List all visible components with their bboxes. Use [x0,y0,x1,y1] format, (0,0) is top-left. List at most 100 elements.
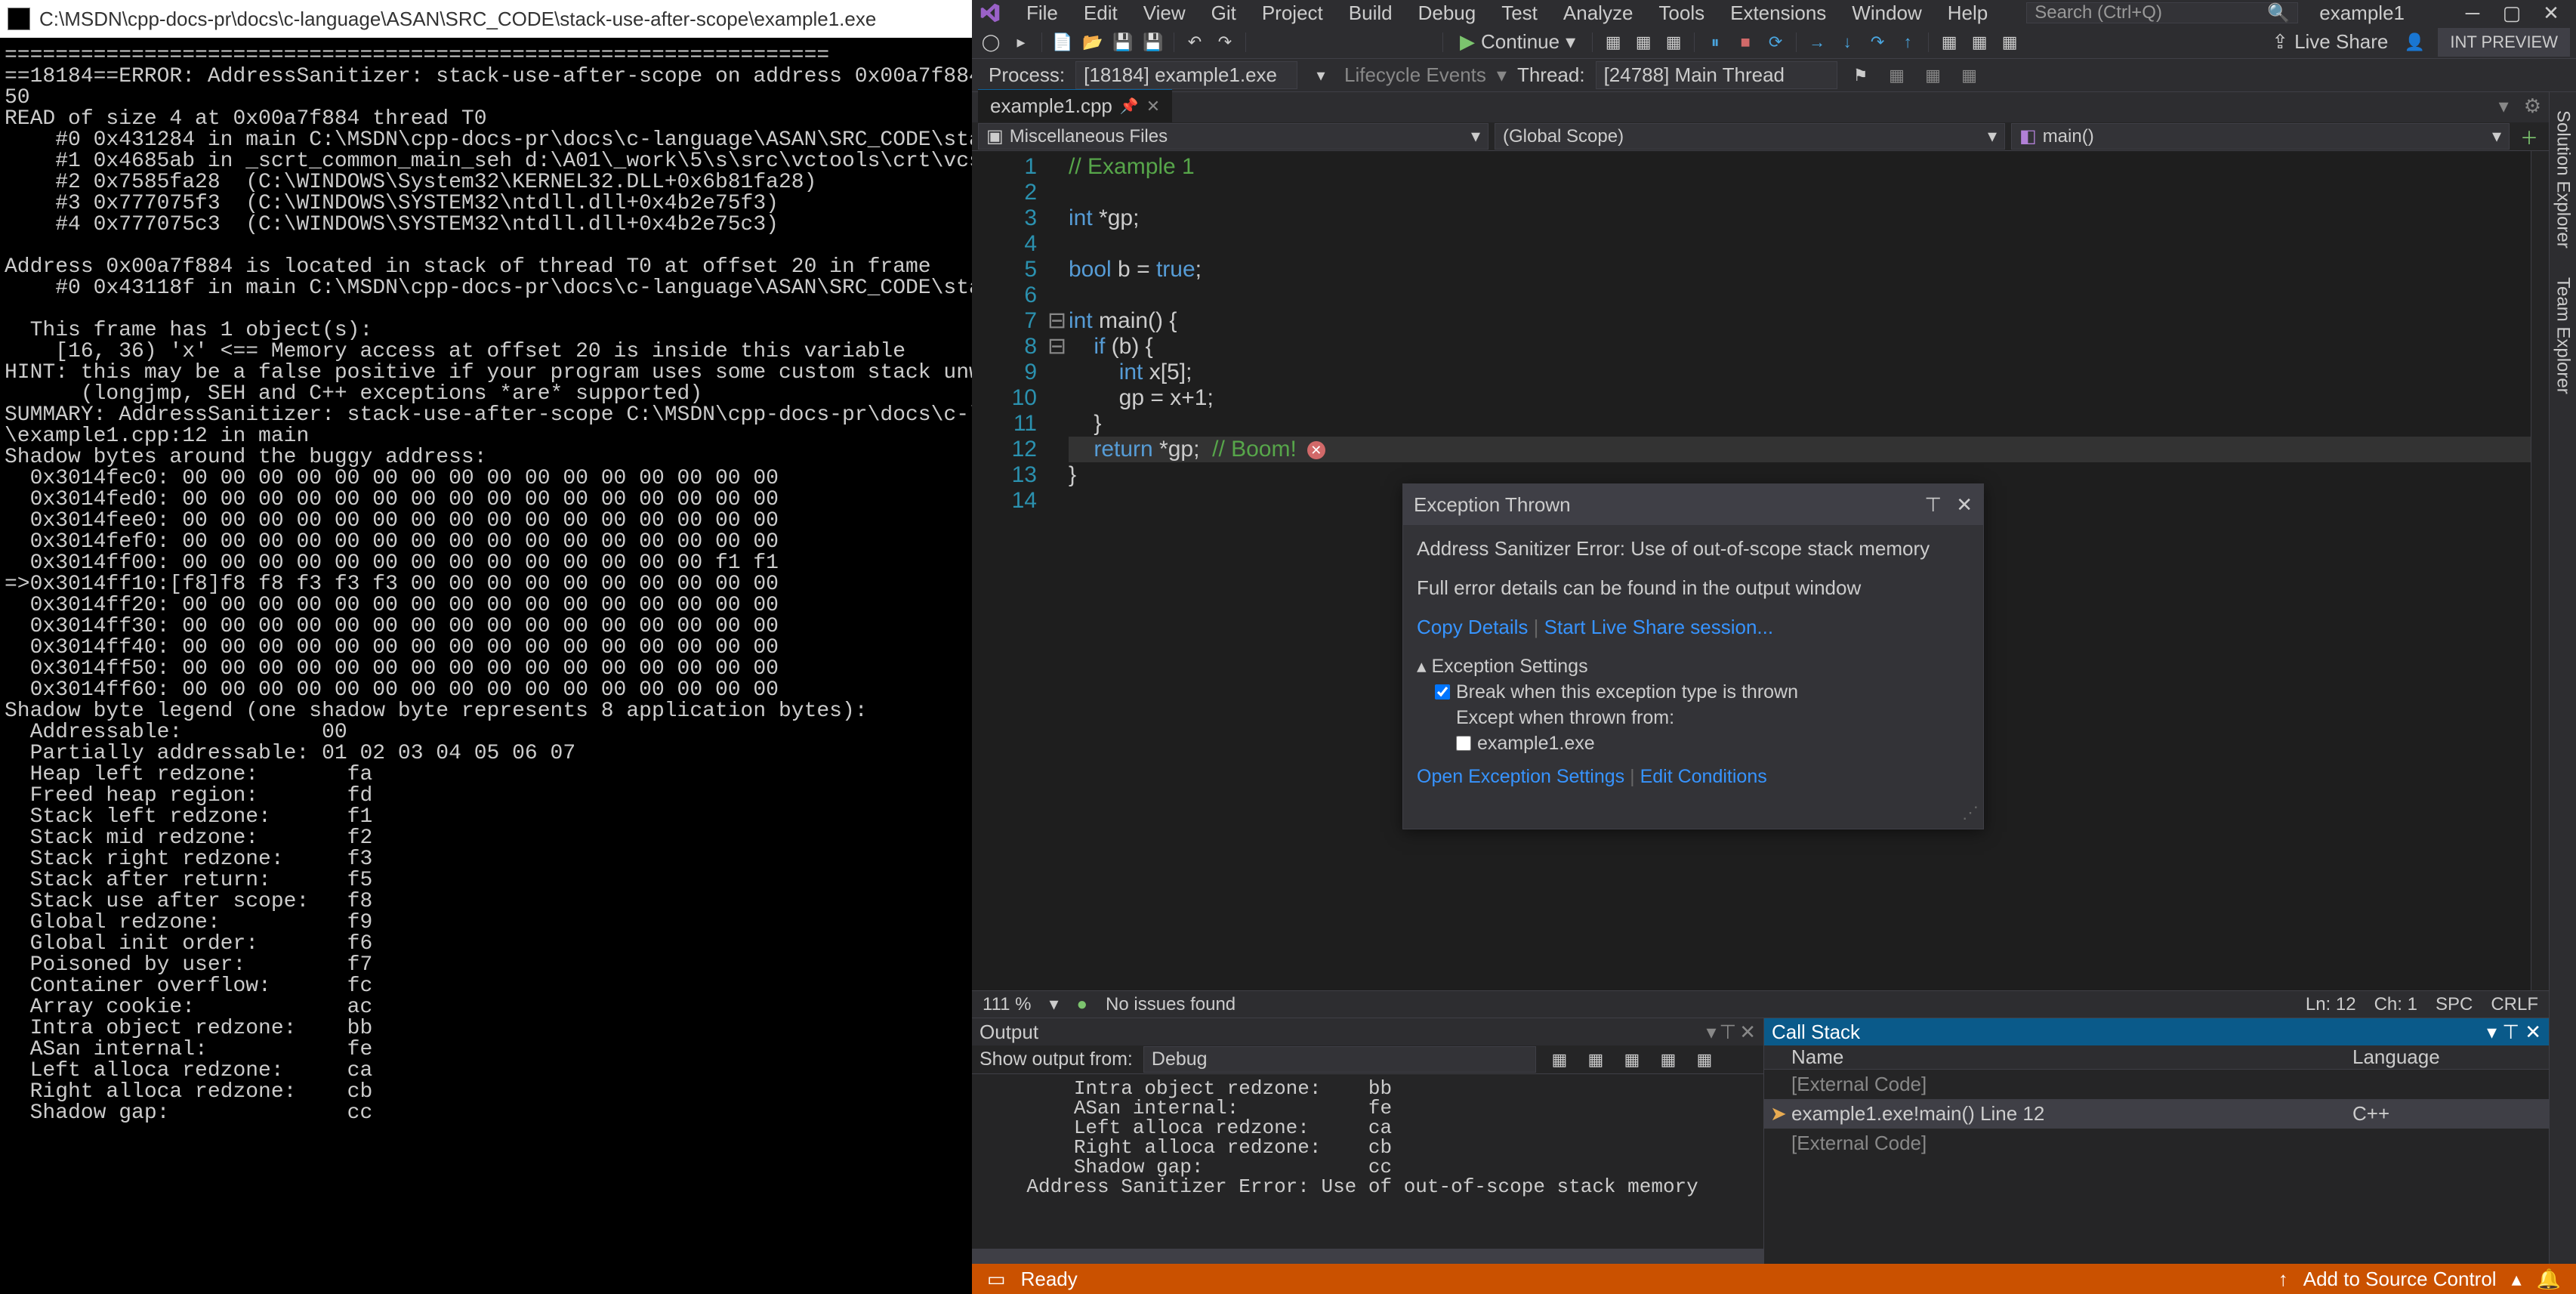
maximize-button[interactable]: ▢ [2493,2,2531,24]
add-source-control[interactable]: Add to Source Control [2303,1268,2497,1291]
notifications-icon[interactable]: 🔔 [2537,1268,2561,1291]
step-out-icon[interactable]: ↑ [1895,31,1920,54]
output-body[interactable]: Intra object redzone: bb ASan internal: … [972,1074,1763,1249]
dbg-icon[interactable]: ▦ [1957,64,1982,87]
save-icon[interactable]: 💾 [1110,31,1136,54]
search-input[interactable]: Search (Ctrl+Q) 🔍 [2026,2,2298,23]
minimap[interactable] [2531,151,2549,990]
close-button[interactable]: ✕ [2532,2,2570,24]
exception-popup[interactable]: Exception Thrown ⊤ ✕ Address Sanitizer E… [1402,483,1984,829]
close-icon[interactable]: ✕ [1956,493,1973,516]
new-icon[interactable]: 📄 [1050,31,1075,54]
solution-explorer-tab[interactable]: Solution Explorer [2550,100,2576,259]
liveshare-button[interactable]: ⇪ Live Share [2263,27,2397,57]
step-into-icon[interactable]: ↓ [1834,31,1860,54]
chevron-up-icon[interactable]: ▴ [2512,1268,2522,1291]
dbg-icon[interactable]: ▦ [1661,31,1686,54]
callstack-header[interactable]: Call Stack ▾ ⊤ ✕ [1764,1018,2549,1045]
menu-window[interactable]: Window [1840,0,1933,28]
menu-tools[interactable]: Tools [1646,0,1717,28]
menu-view[interactable]: View [1131,0,1198,28]
crumb-scope[interactable]: (Global Scope) ▾ [1495,123,2005,150]
copy-details-link[interactable]: Copy Details [1417,616,1528,638]
output-header[interactable]: Output ▾ ⊤ ✕ [972,1018,1763,1045]
file-tab[interactable]: example1.cpp 📌 ✕ [978,89,1172,122]
lifecycle-label[interactable]: Lifecycle Events [1344,63,1486,87]
open-icon[interactable]: 📂 [1080,31,1106,54]
crumb-func[interactable]: ◧ main() ▾ [2011,123,2510,150]
close-icon[interactable]: ✕ [1146,97,1160,116]
pin-icon[interactable]: ⊤ [2502,1021,2519,1043]
step-icon[interactable]: → [1804,31,1830,54]
code-editor[interactable]: 1234567891011121314 ⊟⊟ // Example 1 int … [972,151,2549,990]
menu-edit[interactable]: Edit [1072,0,1130,28]
process-selector[interactable]: [18184] example1.exe [1075,61,1297,89]
step-over-icon[interactable]: ↷ [1865,31,1890,54]
nav-back-icon[interactable]: ◯ [978,31,1004,54]
chevron-down-icon[interactable]: ▾ [1050,993,1059,1015]
fold-column[interactable]: ⊟⊟ [1047,151,1069,990]
output-source-selector[interactable]: Debug [1143,1046,1536,1073]
menu-git[interactable]: Git [1199,0,1248,28]
restart-icon[interactable]: ⟳ [1763,31,1788,54]
issues-label[interactable]: No issues found [1106,994,1236,1015]
add-icon[interactable]: ＋ [2516,123,2543,150]
dbg-icon[interactable]: ▦ [1997,31,2022,54]
dbg-icon[interactable]: ▦ [1630,31,1656,54]
pause-icon[interactable]: ⏸ [1702,31,1728,54]
team-explorer-tab[interactable]: Team Explorer [2550,267,2576,405]
out-icon[interactable]: ▦ [1619,1048,1645,1071]
out-icon[interactable]: ▦ [1583,1048,1609,1071]
close-icon[interactable]: ✕ [2525,1021,2541,1043]
crlf-label[interactable]: CRLF [2491,994,2538,1015]
edit-conditions-link[interactable]: Edit Conditions [1640,766,1767,787]
output-scrollbar[interactable] [972,1249,1763,1264]
callstack-row[interactable]: [External Code] [1764,1070,2549,1099]
out-icon[interactable]: ▦ [1547,1048,1572,1071]
menu-help[interactable]: Help [1936,0,2000,28]
dbg-icon[interactable]: ▦ [1967,31,1992,54]
nav-fwd-icon[interactable]: ▸ [1008,31,1034,54]
redo-icon[interactable]: ↷ [1212,31,1238,54]
resize-grip-icon[interactable]: ⋰ [1403,800,1983,829]
spc-label[interactable]: SPC [2436,994,2473,1015]
menu-project[interactable]: Project [1250,0,1335,28]
out-icon[interactable]: ▦ [1692,1048,1717,1071]
dropdown-icon[interactable]: ▾ [1706,1021,1716,1044]
menu-debug[interactable]: Debug [1406,0,1489,28]
dropdown-icon[interactable]: ▾ [2487,1021,2497,1043]
break-checkbox[interactable]: Break when this exception type is thrown [1417,679,1970,705]
saveall-icon[interactable]: 💾 [1140,31,1166,54]
proc-icon[interactable]: ▾ [1308,64,1334,87]
open-exception-settings-link[interactable]: Open Exception Settings [1417,766,1624,787]
console-titlebar[interactable]: C:\MSDN\cpp-docs-pr\docs\c-language\ASAN… [0,0,972,38]
gear-icon[interactable]: ⚙ [2516,90,2549,122]
exe-check[interactable] [1456,736,1471,751]
callstack-grid[interactable]: Name Language [External Code] ➤ example1… [1764,1045,2549,1264]
user-icon[interactable]: 👤 [2402,31,2427,54]
solution-name[interactable]: example1 [2309,0,2427,26]
pin-icon[interactable]: ⊤ [1720,1021,1737,1044]
callstack-row[interactable]: ➤ example1.exe!main() Line 12 C++ [1764,1099,2549,1129]
console-output[interactable]: ========================================… [0,38,972,1294]
pin-icon[interactable]: ⊤ [1924,493,1942,516]
col-lang[interactable]: Language [2352,1045,2549,1069]
continue-button[interactable]: ▶ Continue ▾ [1451,27,1584,57]
undo-icon[interactable]: ↶ [1182,31,1208,54]
menu-build[interactable]: Build [1337,0,1405,28]
dbg-icon[interactable]: ▦ [1600,31,1626,54]
menu-test[interactable]: Test [1489,0,1550,28]
flag-icon[interactable]: ⚑ [1848,64,1874,87]
menu-file[interactable]: File [1014,0,1070,28]
pin-icon[interactable]: 📌 [1120,97,1139,116]
dbg-icon[interactable]: ▦ [1884,64,1910,87]
dbg-icon[interactable]: ▦ [1936,31,1962,54]
menu-extensions[interactable]: Extensions [1718,0,1838,28]
start-liveshare-link[interactable]: Start Live Share session... [1544,616,1773,638]
break-check[interactable] [1435,684,1450,700]
exe-checkbox[interactable]: example1.exe [1417,730,1970,756]
menu-analyze[interactable]: Analyze [1551,0,1646,28]
col-name[interactable]: Name [1787,1045,2352,1069]
stop-icon[interactable]: ■ [1732,31,1758,54]
minimize-button[interactable]: ─ [2454,2,2491,24]
